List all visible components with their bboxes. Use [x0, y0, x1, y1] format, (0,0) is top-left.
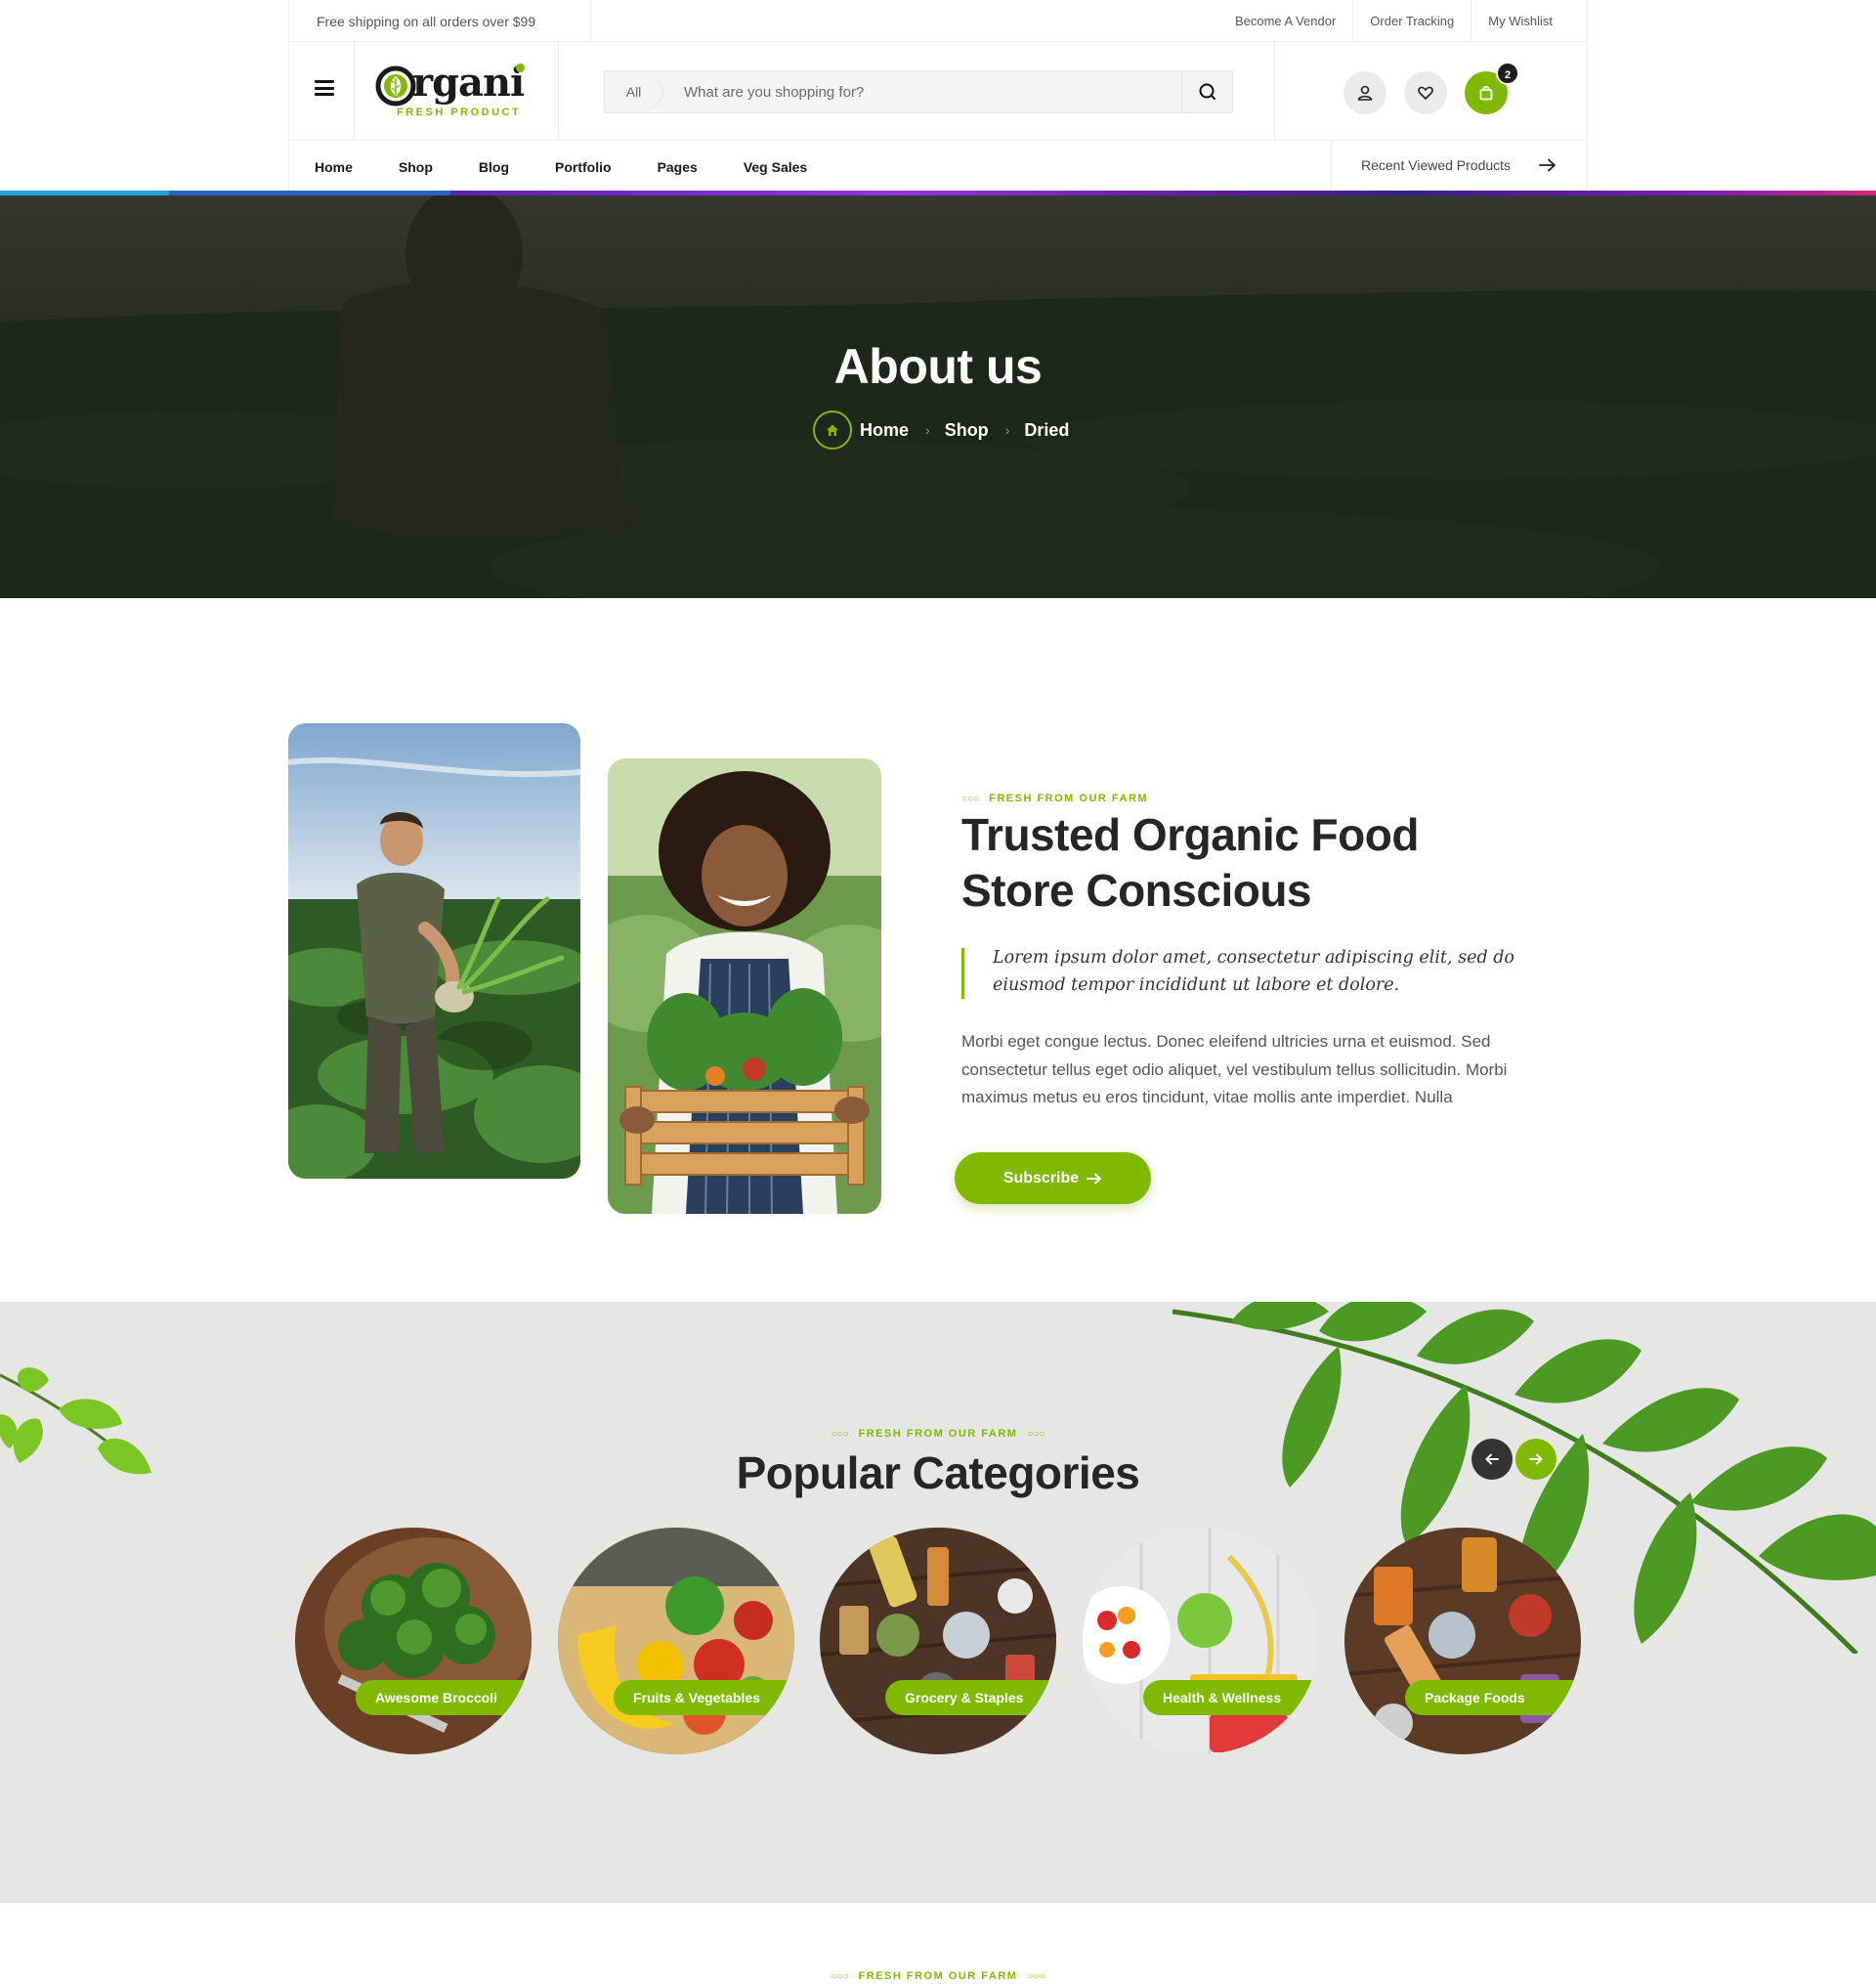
cart-count-badge: 2: [1496, 62, 1519, 85]
carousel-prev-button[interactable]: [1471, 1439, 1513, 1480]
popular-categories-section: ○○○ FRESH FROM OUR FARM ○○○ Popular Cate…: [0, 1302, 1876, 1903]
category-card-grocery-staples[interactable]: Grocery & Staples: [820, 1528, 1056, 1754]
dots-ornament-icon: ○○○: [1027, 1428, 1045, 1440]
recent-viewed-label: Recent Viewed Products: [1361, 157, 1512, 173]
page-title: About us: [833, 339, 1043, 394]
about-quote: Lorem ipsum dolor amet, consectetur adip…: [961, 948, 1548, 999]
chevron-right-icon: ›: [925, 422, 930, 438]
health-wellness-image: [1083, 1528, 1319, 1754]
nav-item-blog[interactable]: Blog: [479, 141, 509, 192]
divider: [354, 42, 355, 141]
banner-overlay: [0, 195, 1876, 598]
logo-tagline: FRESH PRODUCT: [397, 107, 522, 118]
about-body-text: Morbi eget congue lectus. Donec eleifend…: [961, 1032, 1508, 1106]
main-navigation: Home Shop Blog Portfolio Pages Veg Sales…: [288, 141, 1588, 192]
about-eyebrow-text: FRESH FROM OUR FARM: [989, 793, 1149, 804]
package-foods-image: [1344, 1528, 1581, 1754]
farmer-photo: [288, 723, 580, 1179]
grocery-staples-image: [820, 1528, 1056, 1754]
dots-ornament-icon: ○○○: [831, 1970, 849, 1982]
carousel-next-button[interactable]: [1515, 1439, 1556, 1480]
breadcrumb-current: Dried: [1024, 419, 1070, 440]
breadcrumb-shop[interactable]: Shop: [945, 420, 989, 441]
broccoli-image: [295, 1528, 532, 1754]
arrow-right-icon: [1539, 158, 1556, 172]
about-heading-line-1: Trusted Organic Food: [961, 809, 1419, 860]
account-button[interactable]: [1343, 71, 1386, 114]
farmer-image: [288, 723, 580, 1179]
arrow-right-icon: [1529, 1453, 1543, 1465]
farmer-woman-photo: [608, 758, 881, 1214]
search-bar: All: [604, 70, 1233, 113]
categories-eyebrow-text: FRESH FROM OUR FARM: [858, 1428, 1018, 1440]
next-section-eyebrow: ○○○ FRESH FROM OUR FARM ○○○: [0, 1970, 1876, 1982]
breadcrumb: Home › Shop › Dried: [813, 410, 1069, 450]
next-section-eyebrow-text: FRESH FROM OUR FARM: [858, 1970, 1018, 1982]
my-wishlist-link[interactable]: My Wishlist: [1471, 0, 1569, 42]
logo-dot: [516, 64, 525, 72]
categories-eyebrow: ○○○ FRESH FROM OUR FARM ○○○: [0, 1428, 1876, 1440]
free-shipping-notice: Free shipping on all orders over $99: [317, 14, 536, 29]
recent-viewed-products-link[interactable]: Recent Viewed Products: [1331, 141, 1587, 192]
become-vendor-link[interactable]: Become A Vendor: [1218, 0, 1352, 42]
dots-ornament-icon: ○○○: [961, 793, 980, 804]
top-bar: Free shipping on all orders over $99 Bec…: [288, 0, 1588, 42]
nav-item-pages[interactable]: Pages: [658, 141, 698, 192]
category-card-broccoli[interactable]: Awesome Broccoli: [295, 1528, 532, 1754]
arrow-right-icon: [1087, 1173, 1102, 1184]
nav-item-shop[interactable]: Shop: [399, 141, 433, 192]
cart-button[interactable]: 2: [1465, 62, 1519, 114]
wishlist-button[interactable]: [1404, 71, 1447, 114]
home-icon: [827, 424, 838, 436]
site-header: rgani FRESH PRODUCT All 2: [288, 42, 1588, 141]
category-label: Awesome Broccoli: [356, 1680, 532, 1715]
leaf-logo-icon: [375, 65, 416, 107]
menu-icon[interactable]: [315, 80, 334, 96]
divider: [558, 42, 559, 141]
breadcrumb-home-button[interactable]: [813, 410, 852, 450]
category-card-fruits-vegetables[interactable]: Fruits & Vegetables: [558, 1528, 794, 1754]
subscribe-label: Subscribe: [1002, 1169, 1080, 1186]
category-label: Health & Wellness: [1143, 1680, 1319, 1715]
shopping-bag-icon: [1479, 85, 1493, 101]
subscribe-button[interactable]: Subscribe: [955, 1152, 1151, 1204]
page-banner: About us Home › Shop › Dried: [0, 195, 1876, 598]
logo[interactable]: rgani FRESH PRODUCT: [375, 60, 532, 118]
top-links: Become A Vendor Order Tracking My Wishli…: [1218, 0, 1569, 42]
category-label: Package Foods: [1405, 1680, 1581, 1715]
nav-menu: Home Shop Blog Portfolio Pages Veg Sales: [315, 141, 853, 192]
category-card-package-foods[interactable]: Package Foods: [1344, 1528, 1581, 1754]
dots-ornament-icon: ○○○: [1027, 1970, 1045, 1982]
nav-item-home[interactable]: Home: [315, 141, 353, 192]
dots-ornament-icon: ○○○: [831, 1428, 849, 1440]
logo-wordmark: rgani: [412, 60, 525, 106]
search-input[interactable]: [663, 71, 1181, 112]
order-tracking-link[interactable]: Order Tracking: [1352, 0, 1471, 42]
user-icon: [1357, 85, 1373, 101]
heart-icon: [1418, 86, 1433, 100]
chevron-right-icon: ›: [1004, 422, 1010, 438]
about-heading-line-2: Store Conscious: [961, 865, 1312, 916]
nav-item-veg-sales[interactable]: Veg Sales: [744, 141, 807, 192]
category-label: Fruits & Vegetables: [614, 1680, 794, 1715]
search-category-select[interactable]: All: [605, 71, 663, 112]
search-button[interactable]: [1181, 71, 1232, 112]
category-card-health-wellness[interactable]: Health & Wellness: [1083, 1528, 1319, 1754]
nav-item-portfolio[interactable]: Portfolio: [555, 141, 612, 192]
fruits-vegetables-image: [558, 1528, 794, 1754]
category-label: Grocery & Staples: [885, 1680, 1056, 1715]
woman-with-vegetables-image: [608, 758, 881, 1214]
about-heading: Trusted Organic Food Store Conscious: [961, 807, 1509, 919]
breadcrumb-home[interactable]: Home: [860, 420, 909, 441]
categories-title: Popular Categories: [736, 1447, 1140, 1498]
divider: [590, 0, 591, 42]
divider: [1274, 42, 1275, 141]
about-eyebrow: ○○○ FRESH FROM OUR FARM: [961, 793, 1148, 804]
arrow-left-icon: [1485, 1453, 1499, 1465]
about-quote-text: Lorem ipsum dolor amet, consectetur adip…: [993, 948, 1514, 995]
search-icon: [1199, 83, 1215, 100]
